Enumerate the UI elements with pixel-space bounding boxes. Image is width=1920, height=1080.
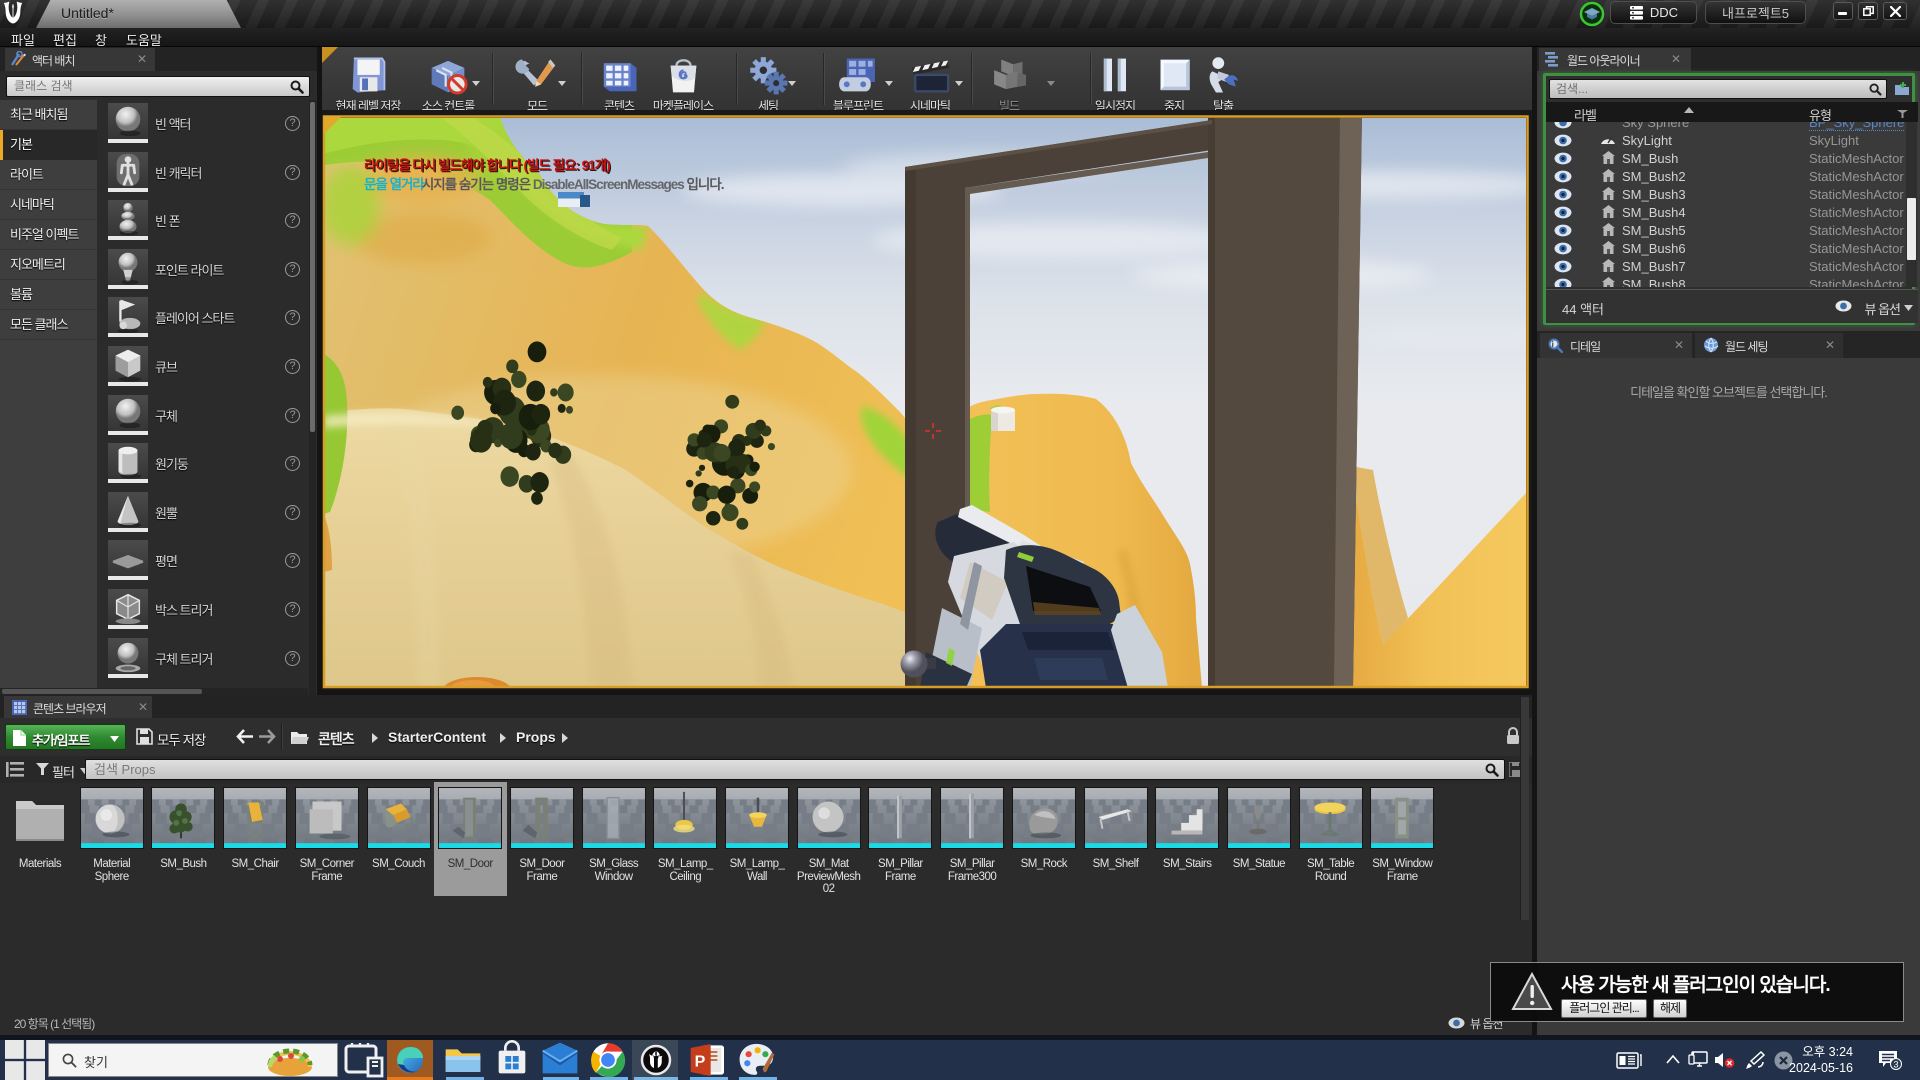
svg-text:P: P [695,1054,706,1071]
svg-text:라이팅을 다시 빌드해야 합니다 (빌드 필요: 91개): 라이팅을 다시 빌드해야 합니다 (빌드 필요: 91개) [364,157,610,173]
svg-text:3: 3 [1894,1060,1899,1070]
svg-text:문을 열거라시지를 숨기는 명령은 DisableAllSc: 문을 열거라시지를 숨기는 명령은 DisableAllScreenMessag… [364,176,724,192]
svg-text:i: i [1552,340,1554,349]
